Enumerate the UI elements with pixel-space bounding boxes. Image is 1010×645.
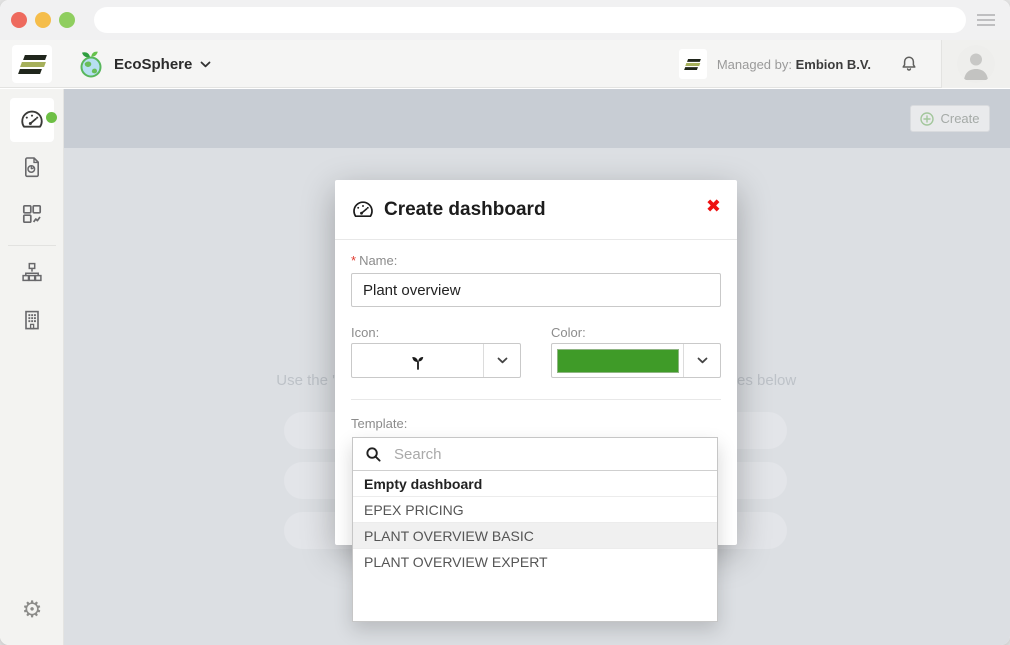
- icon-select[interactable]: [351, 343, 521, 378]
- close-window-button[interactable]: [11, 12, 27, 28]
- managed-by-text: Managed by: Embion B.V.: [717, 57, 871, 72]
- color-select[interactable]: [551, 343, 721, 378]
- embion-logo-icon: [19, 55, 46, 74]
- browser-chrome: [0, 0, 1010, 40]
- bell-icon: [899, 54, 919, 74]
- color-swatch: [557, 349, 679, 373]
- create-dashboard-button[interactable]: Create: [910, 105, 990, 132]
- url-bar[interactable]: [94, 7, 966, 33]
- ecosphere-logo-icon: [76, 49, 106, 79]
- template-search-row: [353, 438, 717, 471]
- sidebar-item-organizations[interactable]: [10, 298, 54, 342]
- empty-state-hint-right: es below: [737, 372, 796, 389]
- template-label: Template:: [351, 416, 407, 431]
- sidebar-item-plants[interactable]: [10, 250, 54, 294]
- sidebar-item-settings[interactable]: ⚙: [10, 587, 54, 631]
- brand-name: EcoSphere: [114, 56, 192, 73]
- sidebar-item-reports[interactable]: [10, 145, 54, 189]
- sidebar-item-dashboards[interactable]: [10, 98, 54, 142]
- user-silhouette-icon: [957, 45, 995, 83]
- report-icon: [20, 155, 44, 179]
- page-header-band: [64, 89, 1010, 148]
- embion-logo-icon: [685, 58, 701, 69]
- modal-header: Create dashboard ✖: [335, 180, 737, 240]
- managed-by-logo: [679, 49, 707, 79]
- sitemap-icon: [20, 260, 44, 284]
- sidebar-divider: [8, 245, 56, 246]
- embion-logo[interactable]: [12, 45, 52, 83]
- create-dashboard-modal: Create dashboard ✖ *Name: Icon: Color:: [335, 180, 737, 545]
- minimize-window-button[interactable]: [35, 12, 51, 28]
- sidebar-item-widgets[interactable]: [10, 192, 54, 236]
- dashboards-page: Create Use the ' es below Create dashboa…: [64, 89, 1010, 645]
- close-icon[interactable]: ✖: [706, 197, 721, 215]
- template-option-plant-overview-expert[interactable]: PLANT OVERVIEW EXPERT: [353, 549, 717, 575]
- sidebar: ⚙: [0, 89, 64, 645]
- search-icon: [365, 446, 382, 463]
- notifications-button[interactable]: [899, 54, 919, 74]
- template-option-empty-dashboard[interactable]: Empty dashboard: [353, 471, 717, 497]
- empty-state-hint-left: Use the ': [249, 372, 335, 389]
- icon-label: Icon:: [351, 325, 379, 340]
- gauge-icon: [351, 198, 375, 222]
- grid-icon: [20, 202, 44, 226]
- browser-window: EcoSphere Managed by: Embion B.V.: [0, 0, 1010, 645]
- name-label: *Name:: [351, 253, 397, 268]
- building-icon: [20, 308, 44, 332]
- avatar-cell: [941, 40, 1010, 88]
- required-mark: *: [351, 253, 356, 268]
- managed-by-company: Embion B.V.: [796, 57, 871, 72]
- chevron-down-icon: [497, 357, 508, 364]
- fullscreen-window-button[interactable]: [59, 12, 75, 28]
- chevron-down-icon: [200, 61, 211, 68]
- gauge-icon: [19, 107, 45, 133]
- modal-title: Create dashboard: [384, 199, 546, 221]
- name-input[interactable]: [351, 273, 721, 307]
- app-header: EcoSphere Managed by: Embion B.V.: [0, 40, 1010, 88]
- template-option-plant-overview-basic[interactable]: PLANT OVERVIEW BASIC: [353, 523, 717, 549]
- modal-divider: [351, 399, 721, 400]
- seedling-icon: [408, 351, 428, 371]
- active-indicator-dot: [46, 112, 57, 123]
- chevron-down-icon: [697, 357, 708, 364]
- plus-circle-icon: [920, 112, 934, 126]
- workspace-switcher[interactable]: EcoSphere: [76, 46, 211, 82]
- template-dropdown: Empty dashboard EPEX PRICING PLANT OVERV…: [352, 437, 718, 622]
- avatar[interactable]: [957, 45, 995, 83]
- template-option-epex-pricing[interactable]: EPEX PRICING: [353, 497, 717, 523]
- color-label: Color:: [551, 325, 586, 340]
- template-search-input[interactable]: [392, 445, 705, 464]
- gear-icon: ⚙: [22, 596, 43, 623]
- browser-menu-icon[interactable]: [977, 14, 997, 28]
